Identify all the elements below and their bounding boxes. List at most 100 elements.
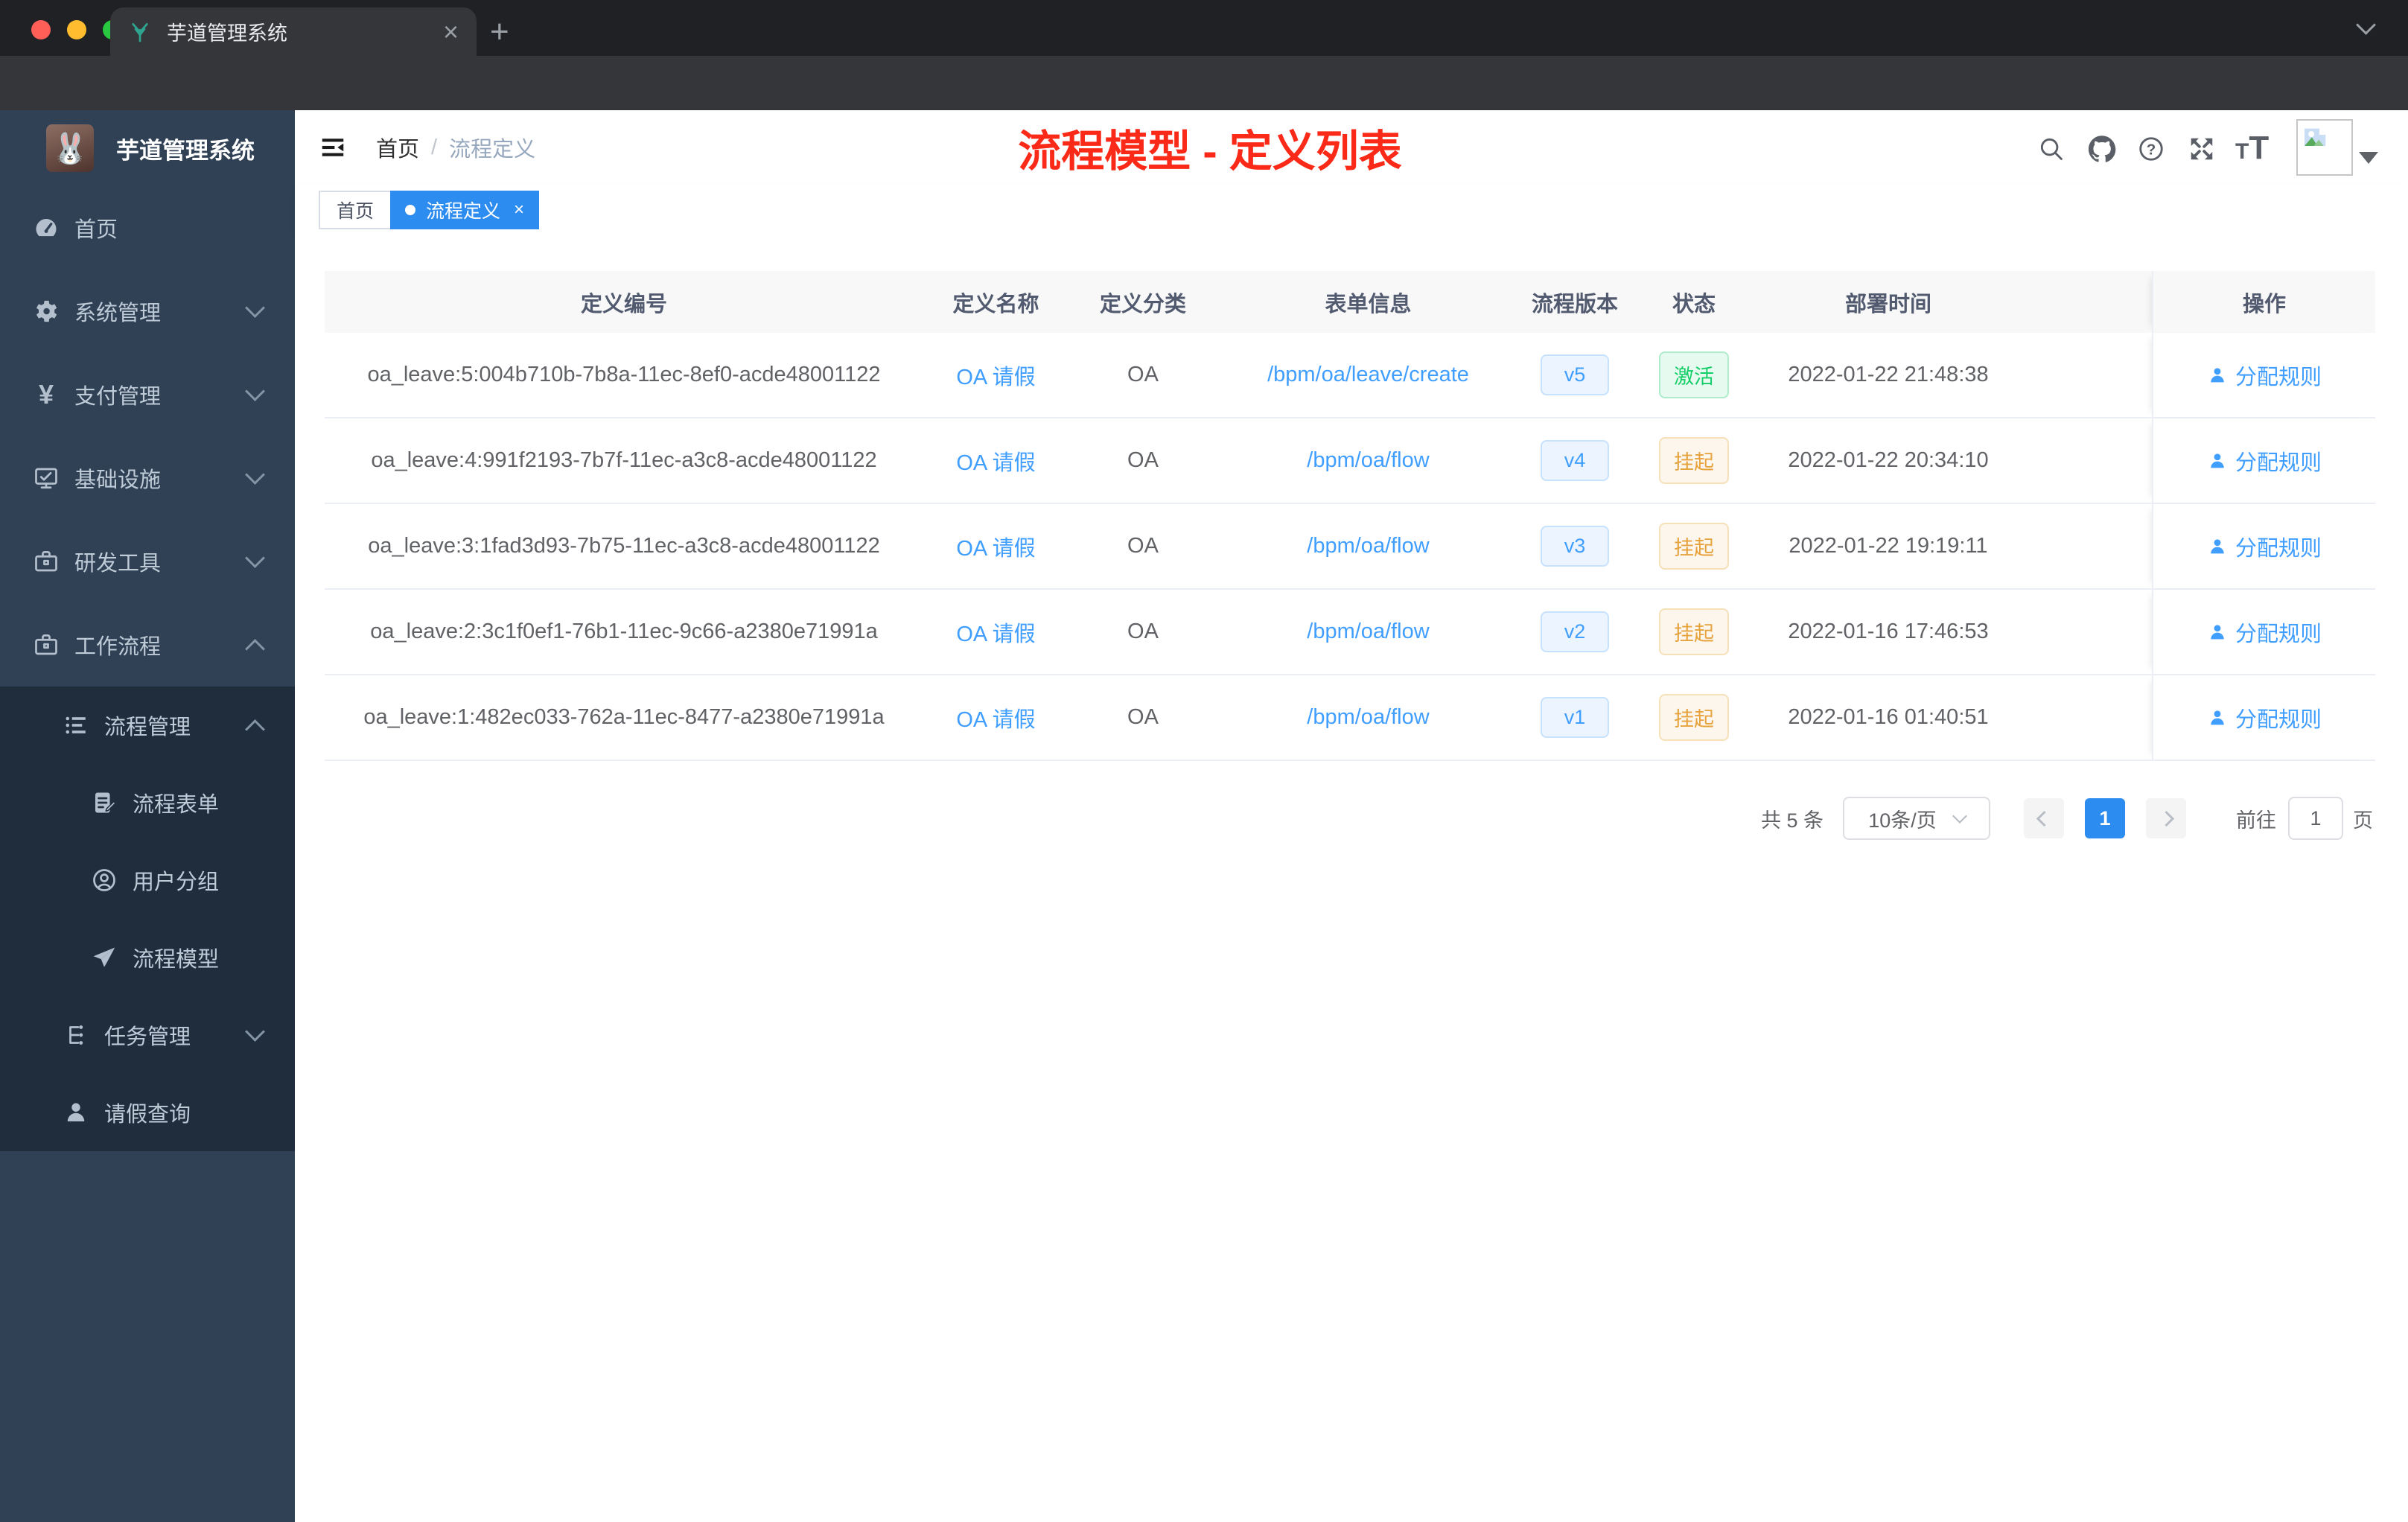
briefcase-icon: [33, 631, 60, 658]
user-icon: [2207, 450, 2228, 471]
chevron-down-icon: [1952, 809, 1967, 824]
assign-rule-link[interactable]: 分配规则: [2207, 360, 2322, 391]
tag-close-icon[interactable]: ×: [514, 200, 524, 220]
version-badge: v3: [1541, 526, 1609, 567]
status-badge: 激活: [1659, 351, 1729, 398]
goto-page-input[interactable]: [2288, 797, 2343, 840]
search-icon[interactable]: [2037, 135, 2065, 163]
sidebar-item-devtools[interactable]: 研发工具: [0, 520, 295, 603]
sidebar-item-infrastructure[interactable]: 基础设施: [0, 436, 295, 520]
definition-name-link[interactable]: OA 请假: [956, 702, 1035, 733]
avatar-caret-icon[interactable]: [2359, 152, 2378, 164]
table-row: oa_leave:3:1fad3d93-7b75-11ec-a3c8-acde4…: [325, 504, 2375, 590]
form-link[interactable]: /bpm/oa/flow: [1307, 620, 1429, 644]
deploy-time: 2022-01-22 20:34:10: [1788, 448, 1989, 472]
chevron-up-icon: [245, 719, 265, 739]
form-link[interactable]: /bpm/oa/flow: [1307, 534, 1429, 558]
briefcase-icon: [33, 548, 60, 575]
version-badge: v5: [1541, 354, 1609, 395]
assign-rule-link[interactable]: 分配规则: [2207, 702, 2322, 733]
browser-tab-strip: 芋道管理系统 × +: [0, 0, 2408, 56]
sidebar-item-system[interactable]: 系统管理: [0, 270, 295, 353]
flow-icon: [63, 1022, 89, 1048]
form-link[interactable]: /bpm/oa/leave/create: [1267, 363, 1469, 387]
tag-process-definition[interactable]: 流程定义 ×: [390, 191, 540, 229]
current-page-button[interactable]: 1: [2085, 798, 2125, 838]
window-close-button[interactable]: [31, 20, 51, 39]
sidebar-logo[interactable]: 🐰 芋道管理系统: [0, 110, 295, 186]
table-row: oa_leave:5:004b710b-7b8a-11ec-8ef0-acde4…: [325, 333, 2375, 418]
table-header-row: 定义编号 定义名称 定义分类 表单信息 流程版本 状态 部署时间 操作: [325, 271, 2375, 333]
sidebar-item-process-management[interactable]: 流程管理: [0, 687, 295, 764]
form-link[interactable]: /bpm/oa/flow: [1307, 448, 1429, 473]
definition-id: oa_leave:3:1fad3d93-7b75-11ec-a3c8-acde4…: [368, 534, 880, 558]
user-icon: [2207, 536, 2228, 557]
chevron-up-icon: [245, 639, 265, 659]
assign-rule-link[interactable]: 分配规则: [2207, 445, 2322, 477]
tag-home[interactable]: 首页: [319, 191, 392, 229]
page-size-select[interactable]: 10条/页: [1843, 797, 1990, 840]
status-badge: 挂起: [1659, 437, 1729, 484]
form-icon: [91, 789, 118, 816]
sidebar-item-leave-query[interactable]: 请假查询: [0, 1074, 295, 1151]
definition-name-link[interactable]: OA 请假: [956, 617, 1035, 648]
version-badge: v4: [1541, 440, 1609, 481]
definition-id: oa_leave:1:482ec033-762a-11ec-8477-a2380…: [363, 705, 885, 729]
sidebar-item-process-form[interactable]: 流程表单: [0, 764, 295, 841]
user-icon: [63, 1099, 89, 1126]
user-group-icon: [91, 867, 118, 894]
sidebar-collapse-icon[interactable]: [319, 133, 347, 162]
window-minimize-button[interactable]: [67, 20, 86, 39]
definition-name-link[interactable]: OA 请假: [956, 360, 1035, 391]
avatar[interactable]: [2296, 119, 2353, 176]
gear-icon: [33, 298, 60, 325]
goto-unit-label: 页: [2353, 809, 2373, 832]
yen-icon: ¥: [38, 379, 54, 410]
definition-id: oa_leave:4:991f2193-7b7f-11ec-a3c8-acde4…: [371, 448, 877, 472]
sidebar: 🐰 芋道管理系统 首页 系统管理 ¥ 支付管理 基础设施 研发工具 工作流程 流…: [0, 110, 295, 1522]
next-page-button[interactable]: [2146, 798, 2186, 838]
assign-rule-link[interactable]: 分配规则: [2207, 617, 2322, 648]
chevron-down-icon: [245, 465, 265, 485]
assign-rule-link[interactable]: 分配规则: [2207, 531, 2322, 562]
github-icon[interactable]: [2088, 135, 2116, 163]
chevron-down-icon: [245, 298, 265, 318]
sidebar-item-workflow[interactable]: 工作流程: [0, 603, 295, 687]
sidebar-item-user-group[interactable]: 用户分组: [0, 841, 295, 919]
font-size-icon[interactable]: TT: [2235, 130, 2269, 167]
tab-close-icon[interactable]: ×: [443, 18, 459, 45]
chevron-down-icon: [245, 548, 265, 568]
favicon-leaf-icon: [128, 20, 152, 44]
definition-name-link[interactable]: OA 请假: [956, 531, 1035, 562]
main-content: 定义编号 定义名称 定义分类 表单信息 流程版本 状态 部署时间 操作 oa_l…: [295, 235, 2408, 1522]
definition-id: oa_leave:2:3c1f0ef1-76b1-11ec-9c66-a2380…: [370, 620, 878, 643]
deploy-time: 2022-01-16 17:46:53: [1788, 620, 1989, 643]
sidebar-item-payment[interactable]: ¥ 支付管理: [0, 353, 295, 436]
form-link[interactable]: /bpm/oa/flow: [1307, 705, 1429, 730]
user-icon: [2207, 707, 2228, 728]
fullscreen-icon[interactable]: [2188, 135, 2216, 163]
paper-plane-icon: [91, 944, 118, 971]
breadcrumb-home[interactable]: 首页: [376, 132, 419, 163]
sidebar-item-process-model[interactable]: 流程模型: [0, 919, 295, 996]
broken-image-icon: [2301, 124, 2331, 153]
deploy-time: 2022-01-16 01:40:51: [1788, 705, 1989, 729]
definition-category: OA: [1127, 363, 1159, 386]
definition-name-link[interactable]: OA 请假: [956, 445, 1035, 477]
sidebar-item-task-management[interactable]: 任务管理: [0, 996, 295, 1074]
browser-tab[interactable]: 芋道管理系统 ×: [110, 7, 477, 56]
help-question-icon[interactable]: [2137, 135, 2165, 163]
browser-toolbar: 不安全 dashboard.yudao.iocoder.cn/bpm/manag…: [0, 56, 2408, 161]
prev-page-button[interactable]: [2024, 798, 2064, 838]
sidebar-item-home[interactable]: 首页: [0, 186, 295, 270]
definition-category: OA: [1127, 620, 1159, 643]
logo-avatar: 🐰: [46, 124, 94, 172]
app-header: 首页 / 流程定义 流程模型 - 定义列表 TT: [295, 110, 2408, 185]
pagination: 共 5 条 10条/页 1 前往 页: [295, 797, 2375, 840]
table-row: oa_leave:1:482ec033-762a-11ec-8477-a2380…: [325, 675, 2375, 761]
version-badge: v1: [1541, 697, 1609, 738]
tab-search-icon[interactable]: [2356, 14, 2376, 35]
definition-table: 定义编号 定义名称 定义分类 表单信息 流程版本 状态 部署时间 操作 oa_l…: [325, 271, 2375, 761]
breadcrumb-current: 流程定义: [449, 138, 536, 162]
new-tab-button[interactable]: +: [490, 13, 509, 51]
